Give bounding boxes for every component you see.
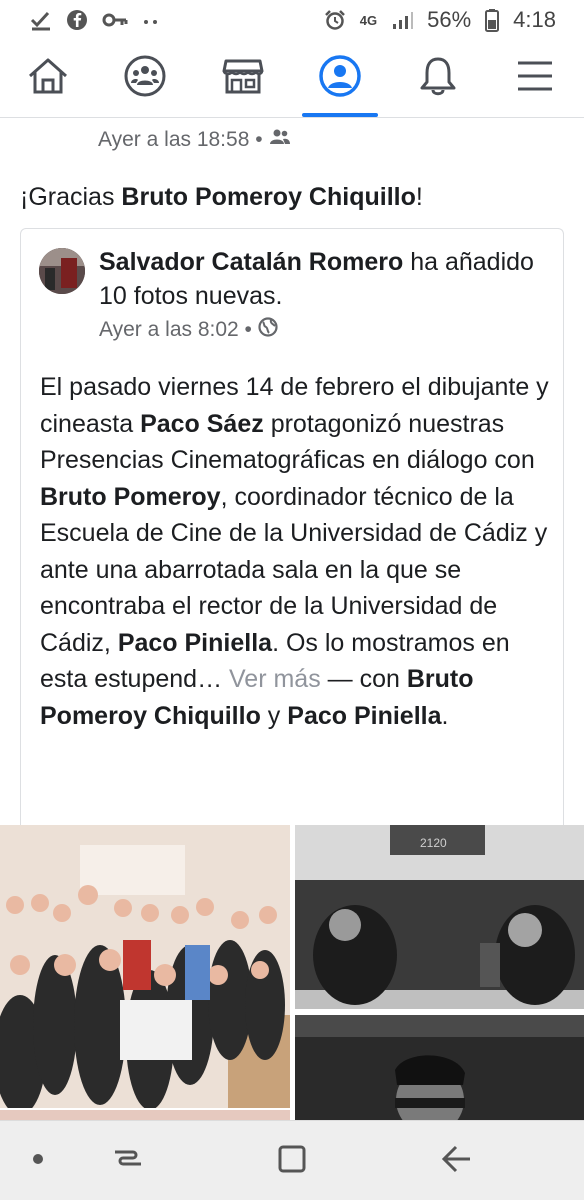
mention-link-bruto-pomeroy[interactable]: Bruto Pomeroy bbox=[40, 483, 221, 511]
battery-icon bbox=[485, 8, 500, 32]
status-bar: 4G 56% 4:18 bbox=[0, 0, 584, 40]
alarm-icon bbox=[324, 9, 346, 31]
menu-icon bbox=[515, 59, 555, 98]
photo-more-strip[interactable] bbox=[0, 1110, 290, 1120]
battery-percent: 56% bbox=[427, 7, 472, 32]
avatar[interactable] bbox=[39, 248, 85, 294]
nav-home[interactable] bbox=[0, 40, 96, 117]
signal-icon bbox=[391, 9, 414, 31]
home-button[interactable] bbox=[262, 1139, 322, 1183]
see-more-link[interactable]: Ver más bbox=[229, 665, 321, 693]
notifications-icon bbox=[418, 55, 458, 102]
more-dots-icon bbox=[142, 9, 160, 31]
nav-groups[interactable] bbox=[97, 40, 193, 117]
system-nav-bar bbox=[0, 1120, 584, 1200]
tagged-user-link[interactable]: Bruto Pomeroy Chiquillo bbox=[121, 183, 415, 211]
body-end: . bbox=[441, 701, 449, 730]
nav-menu[interactable] bbox=[487, 40, 583, 117]
marketplace-icon bbox=[221, 56, 265, 101]
home-square-icon bbox=[277, 1144, 307, 1179]
check-download-icon bbox=[30, 9, 52, 31]
and-text: y bbox=[260, 701, 288, 730]
post-meta: Ayer a las 18:58 • bbox=[98, 128, 291, 152]
home-icon bbox=[26, 56, 70, 101]
post-text-prefix: ¡Gracias bbox=[20, 183, 122, 211]
tagged-link-paco-piniella[interactable]: Paco Piniella bbox=[287, 702, 441, 730]
friends-icon bbox=[269, 128, 291, 152]
nav-profile[interactable] bbox=[292, 40, 388, 117]
profile-icon bbox=[318, 54, 362, 103]
with-text: — con bbox=[320, 665, 407, 693]
photo-speaker-closeup[interactable] bbox=[295, 1015, 584, 1120]
shared-timestamp[interactable]: Ayer a las 8:02 • bbox=[99, 318, 252, 342]
shared-post-header: Salvador Catalán Romero ha añadido 10 fo… bbox=[99, 245, 539, 313]
recent-apps-button[interactable] bbox=[98, 1139, 158, 1183]
mention-link-paco-saez[interactable]: Paco Sáez bbox=[140, 410, 264, 438]
post-message: ¡Gracias Bruto Pomeroy Chiquillo! bbox=[20, 180, 423, 214]
groups-icon bbox=[123, 54, 167, 103]
news-feed: Ayer a las 18:58 • ¡Gracias Bruto Pomero… bbox=[0, 118, 584, 1120]
photo-group-audience[interactable] bbox=[0, 825, 290, 1108]
shared-post-meta: Ayer a las 8:02 • bbox=[99, 317, 278, 343]
recent-apps-icon bbox=[111, 1144, 145, 1179]
nav-marketplace[interactable] bbox=[195, 40, 291, 117]
dot-icon bbox=[32, 1152, 44, 1170]
screen-text: 2120 bbox=[420, 836, 447, 850]
globe-icon bbox=[258, 317, 278, 343]
top-nav-bar bbox=[0, 40, 584, 118]
author-link[interactable]: Salvador Catalán Romero bbox=[99, 248, 403, 276]
post-text-suffix: ! bbox=[415, 183, 423, 211]
network-type: 4G bbox=[359, 12, 378, 28]
shared-post-body: El pasado viernes 14 de febrero el dibuj… bbox=[40, 369, 550, 734]
nav-dot[interactable] bbox=[8, 1139, 68, 1183]
key-icon bbox=[102, 9, 128, 31]
back-icon bbox=[440, 1144, 472, 1179]
post-timestamp[interactable]: Ayer a las 18:58 • bbox=[98, 128, 263, 152]
mention-link-paco-piniella[interactable]: Paco Piniella bbox=[118, 629, 272, 657]
back-button[interactable] bbox=[426, 1139, 486, 1183]
clock: 4:18 bbox=[513, 7, 556, 32]
shared-post-card[interactable]: Salvador Catalán Romero ha añadido 10 fo… bbox=[20, 228, 564, 928]
nav-notifications[interactable] bbox=[390, 40, 486, 117]
facebook-icon bbox=[66, 9, 88, 31]
photo-speakers[interactable]: 2120 bbox=[295, 825, 584, 1009]
